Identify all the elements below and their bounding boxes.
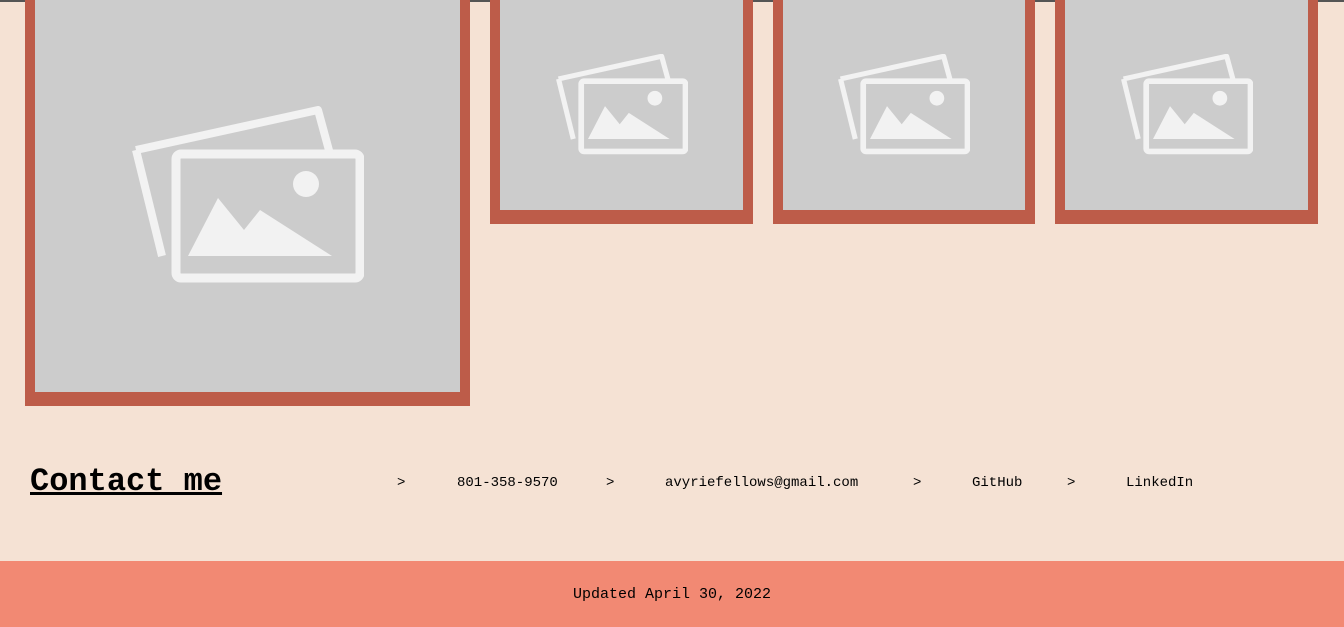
contact-email-link[interactable]: avyriefellows@gmail.com bbox=[665, 474, 858, 492]
image-placeholder-icon bbox=[131, 106, 364, 283]
chevron-right-icon: > bbox=[1067, 475, 1076, 491]
gallery-image-2[interactable] bbox=[490, 0, 753, 224]
chevron-right-icon: > bbox=[913, 475, 922, 491]
image-placeholder-icon bbox=[1120, 54, 1253, 155]
image-placeholder-icon bbox=[838, 54, 970, 155]
gallery-image-4[interactable] bbox=[1055, 0, 1318, 224]
chevron-right-icon: > bbox=[606, 475, 615, 491]
image-placeholder-icon bbox=[555, 54, 688, 155]
contact-phone-link[interactable]: 801-358-9570 bbox=[457, 474, 558, 492]
contact-heading: Contact me bbox=[30, 463, 223, 500]
chevron-right-icon: > bbox=[397, 475, 406, 491]
footer-updated-text: Updated April 30, 2022 bbox=[572, 585, 772, 603]
contact-linkedin-link[interactable]: LinkedIn bbox=[1126, 474, 1193, 492]
footer: Updated April 30, 2022 bbox=[0, 561, 1344, 627]
gallery-image-3[interactable] bbox=[773, 0, 1035, 224]
gallery-image-main[interactable] bbox=[25, 0, 470, 406]
contact-github-link[interactable]: GitHub bbox=[972, 474, 1022, 492]
